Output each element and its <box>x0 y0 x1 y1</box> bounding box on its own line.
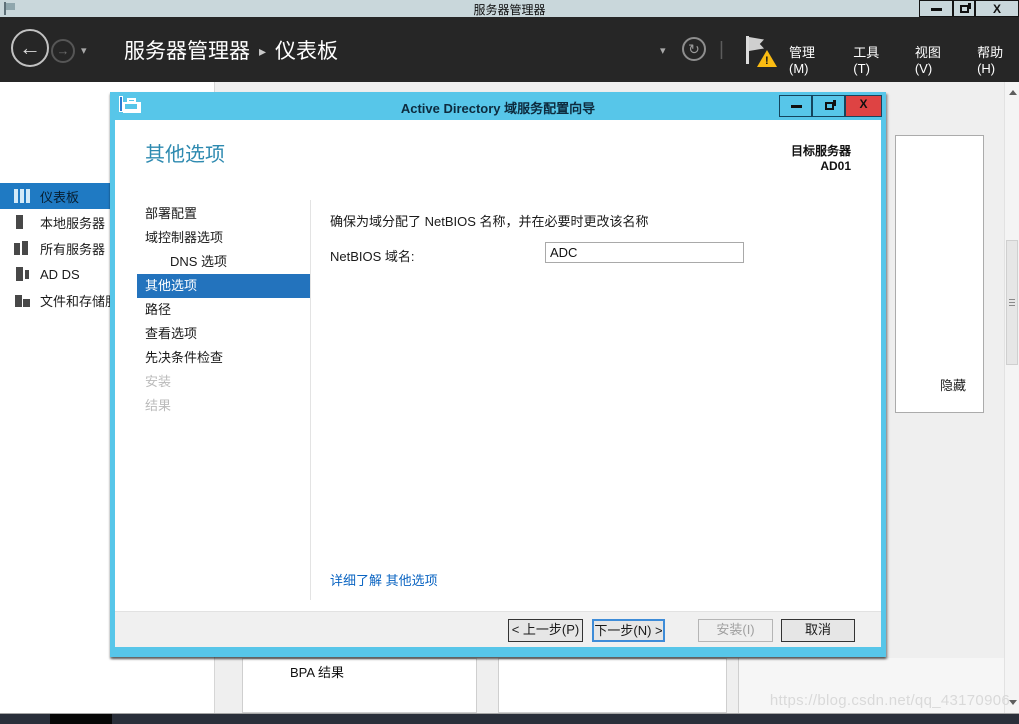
sidebar-item-label: 本地服务器 <box>40 213 105 232</box>
dashboard-icon <box>14 189 30 203</box>
navbar: ← → ▾ 服务器管理器 ▸ 仪表板 ▾ ↻ | ! 管理(M) 工具(T) 视… <box>0 17 1019 82</box>
close-icon: X <box>846 97 881 111</box>
wizard-step-additional-options[interactable]: 其他选项 <box>137 274 310 298</box>
breadcrumb-current[interactable]: 仪表板 <box>275 35 338 65</box>
install-button: 安装(I) <box>698 619 773 642</box>
window-title: 服务器管理器 <box>0 1 1019 18</box>
breadcrumb-separator-icon: ▸ <box>259 41 266 60</box>
background-divider <box>738 658 739 713</box>
history-dropdown-icon[interactable]: ▾ <box>81 44 87 57</box>
forward-button[interactable]: → <box>51 39 75 63</box>
page-title: 其他选项 <box>145 138 225 167</box>
scope-dropdown-icon[interactable]: ▾ <box>660 44 666 57</box>
learn-more-link[interactable]: 详细了解 其他选项 <box>330 570 438 589</box>
restore-icon <box>825 102 834 110</box>
warning-bang-icon: ! <box>765 55 769 67</box>
watermark: https://blog.csdn.net/qq_43170906 <box>770 692 1010 709</box>
back-button[interactable]: ← <box>11 29 49 67</box>
minimize-icon <box>931 8 942 11</box>
sidebar-item-label: 所有服务器 <box>40 239 105 258</box>
notification-panel: 隐藏 <box>895 135 984 413</box>
scrollbar-grip-icon <box>1009 299 1015 307</box>
wizard-step-paths[interactable]: 路径 <box>137 298 310 322</box>
scrollbar-thumb[interactable] <box>1006 240 1018 365</box>
next-button[interactable]: 下一步(N) > <box>592 619 665 642</box>
ad-ds-icon <box>14 267 30 281</box>
refresh-icon[interactable]: ↻ <box>682 37 706 61</box>
window-titlebar: 服务器管理器 X <box>0 0 1019 17</box>
taskbar-edge <box>0 714 1019 724</box>
local-server-icon <box>14 215 30 229</box>
menu-tools[interactable]: 工具(T) <box>853 42 894 76</box>
wizard-step-prerequisites-check[interactable]: 先决条件检查 <box>137 346 310 370</box>
target-server-name: AD01 <box>791 159 851 174</box>
instruction-text: 确保为域分配了 NetBIOS 名称，并在必要时更改该名称 <box>330 211 649 230</box>
netbios-domain-input[interactable] <box>545 242 744 263</box>
dialog-body: 其他选项 目标服务器 AD01 部署配置 域控制器选项 DNS 选项 其他选项 … <box>115 120 881 647</box>
breadcrumb-root[interactable]: 服务器管理器 <box>124 35 250 65</box>
wizard-step-dc-options[interactable]: 域控制器选项 <box>137 226 310 250</box>
wizard-step-review-options[interactable]: 查看选项 <box>137 322 310 346</box>
vertical-scrollbar[interactable] <box>1004 82 1019 713</box>
wizard-footer: < 上一步(P) 下一步(N) > 安装(I) 取消 <box>115 611 881 647</box>
dialog-title: Active Directory 域服务配置向导 <box>110 98 886 117</box>
navbar-divider: | <box>719 39 724 61</box>
wizard-step-dns-options[interactable]: DNS 选项 <box>137 250 310 274</box>
all-servers-icon <box>14 241 30 255</box>
restore-icon <box>960 5 969 13</box>
bpa-results-title: BPA 结果 <box>290 662 344 681</box>
bpa-results-card: BPA 结果 <box>242 658 477 713</box>
previous-button[interactable]: < 上一步(P) <box>508 619 583 642</box>
wizard-nav: 部署配置 域控制器选项 DNS 选项 其他选项 路径 查看选项 先决条件检查 安… <box>137 202 310 418</box>
wizard-nav-divider <box>310 200 311 600</box>
wizard-step-deployment-config[interactable]: 部署配置 <box>137 202 310 226</box>
dialog-close-button[interactable]: X <box>845 95 882 117</box>
close-button[interactable]: X <box>975 0 1019 17</box>
menu-manage[interactable]: 管理(M) <box>789 42 832 76</box>
breadcrumb: 服务器管理器 ▸ 仪表板 <box>124 33 338 67</box>
background-card <box>498 658 727 713</box>
file-storage-icon <box>14 293 30 307</box>
menu-view[interactable]: 视图(V) <box>915 42 956 76</box>
scroll-up-icon[interactable] <box>1009 90 1017 95</box>
minimize-button[interactable] <box>919 0 953 17</box>
adds-wizard-dialog: Active Directory 域服务配置向导 X 其他选项 目标服务器 AD… <box>110 92 886 657</box>
minimize-icon <box>791 105 802 108</box>
sidebar-item-label: 仪表板 <box>40 187 79 206</box>
dialog-minimize-button[interactable] <box>779 95 812 117</box>
menu-bar: 管理(M) 工具(T) 视图(V) 帮助(H) <box>789 42 1019 76</box>
menu-help[interactable]: 帮助(H) <box>977 42 1019 76</box>
netbios-domain-label: NetBIOS 域名: <box>330 246 415 265</box>
wizard-step-installation: 安装 <box>137 370 310 394</box>
dialog-restore-button[interactable] <box>812 95 845 117</box>
target-server-label: 目标服务器 <box>791 144 851 159</box>
scroll-down-icon[interactable] <box>1009 700 1017 705</box>
close-icon: X <box>976 2 1018 16</box>
hide-button[interactable]: 隐藏 <box>940 375 966 394</box>
sidebar-item-label: AD DS <box>40 267 80 282</box>
target-server-block: 目标服务器 AD01 <box>791 144 851 174</box>
wizard-step-results: 结果 <box>137 394 310 418</box>
cancel-button[interactable]: 取消 <box>781 619 855 642</box>
dialog-controls: X <box>779 95 882 117</box>
restore-button[interactable] <box>953 0 975 17</box>
window-controls: X <box>919 0 1019 17</box>
dialog-titlebar[interactable]: Active Directory 域服务配置向导 X <box>110 92 886 120</box>
